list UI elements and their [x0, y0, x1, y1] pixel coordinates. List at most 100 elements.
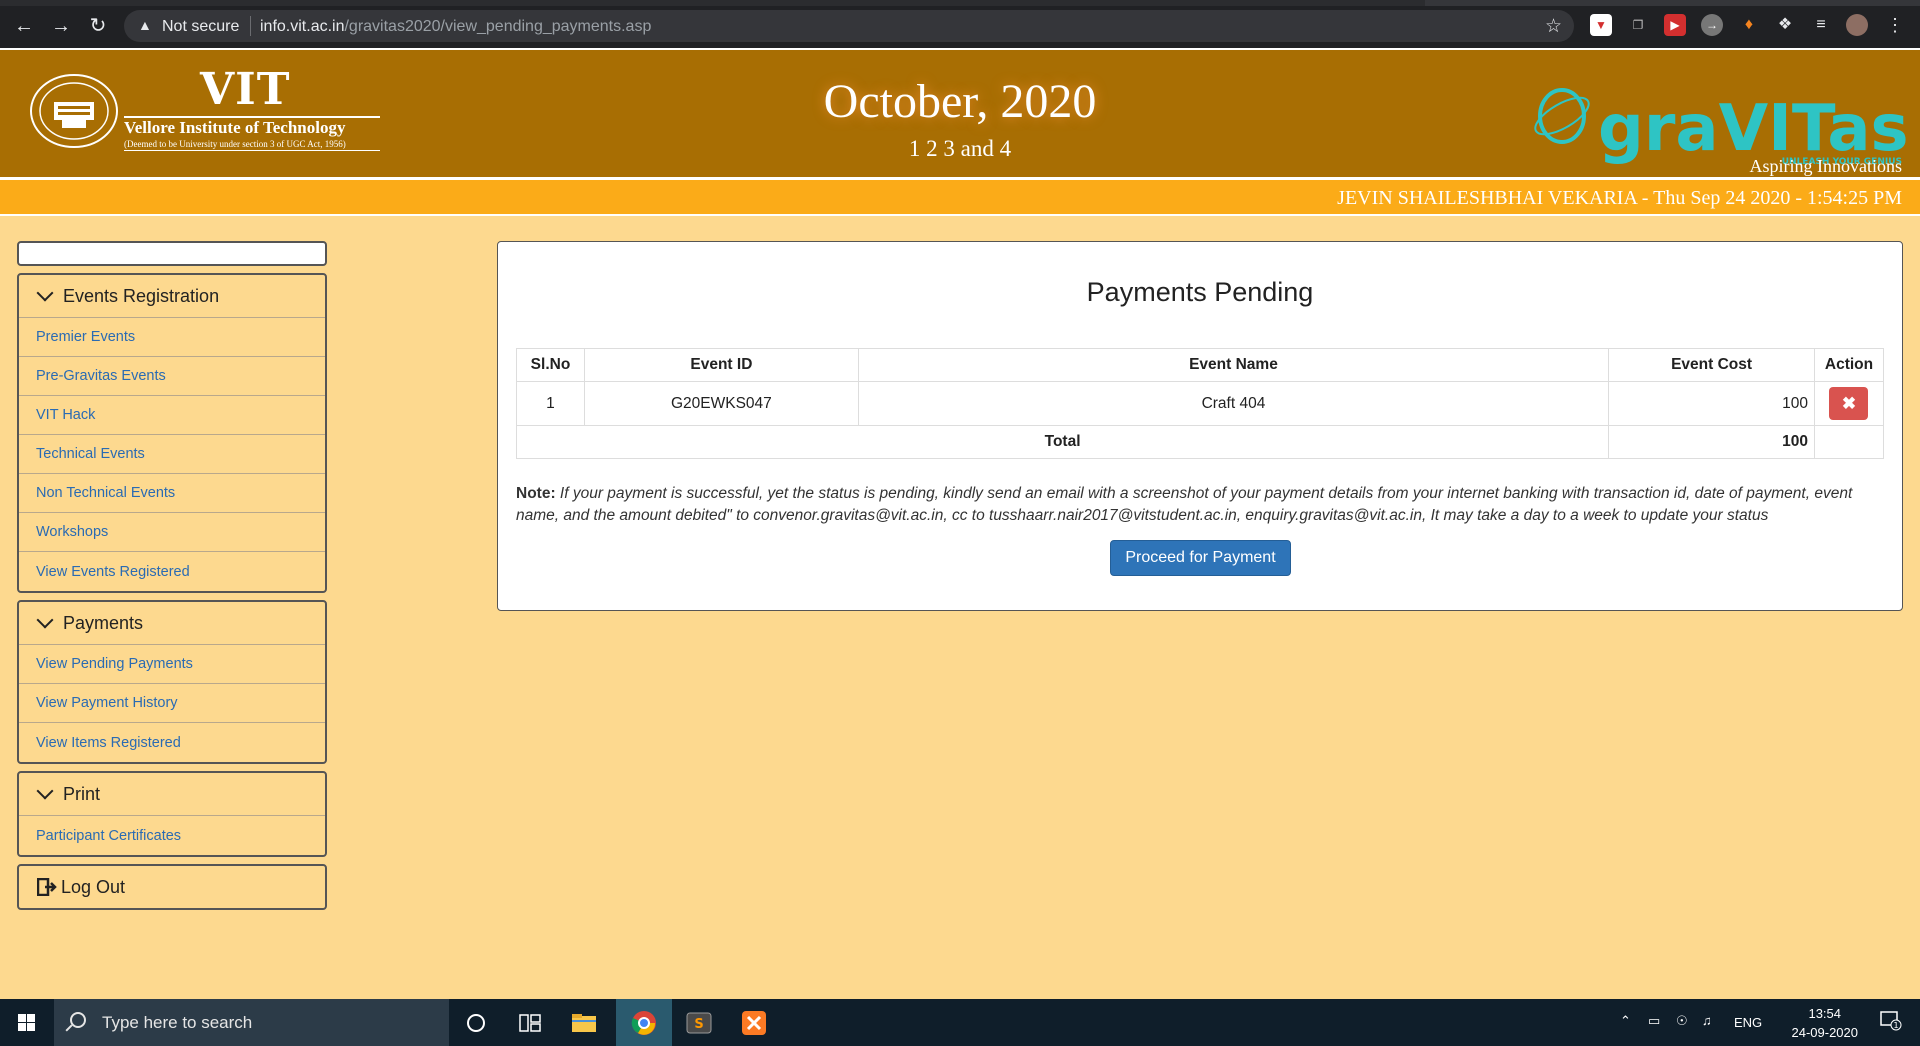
cell-event-name: Craft 404 [857, 381, 1610, 426]
task-view-icon[interactable] [503, 999, 557, 1046]
battery-icon[interactable]: ▭ [1648, 1013, 1660, 1046]
gravitas-logo: graVITas'20 UNLEASH YOUR GENIUS [1534, 88, 1906, 167]
proceed-for-payment-button[interactable]: Proceed for Payment [1110, 540, 1291, 576]
browser-toolbar: ← → ↻ ▲ Not secure info.vit.ac.in/gravit… [0, 0, 1920, 48]
address-bar[interactable]: ▲ Not secure info.vit.ac.in/gravitas2020… [124, 10, 1574, 42]
windows-taskbar: Type here to search S ⌃ ▭ ☉ ♫ ENG 13:54 … [0, 999, 1920, 1046]
page-title: Payments Pending [1086, 277, 1314, 307]
column-header-sl-no: Sl.No [516, 348, 585, 382]
cell-sl-no: 1 [516, 381, 585, 426]
sidebar-item-pre-gravitas-events[interactable]: Pre-Gravitas Events [19, 357, 325, 396]
cortana-circle-icon [467, 1013, 485, 1032]
notification-count: 1 [1893, 1021, 1898, 1030]
logout-label: Log Out [61, 876, 126, 897]
sidebar-item-participant-certificates[interactable]: Participant Certificates [19, 816, 325, 855]
language-indicator[interactable]: ENG [1734, 1015, 1762, 1046]
media-queue-icon[interactable]: ≡ [1810, 14, 1832, 36]
cell-event-cost: 100 [1608, 381, 1815, 426]
chrome-taskbar-icon[interactable] [616, 999, 672, 1046]
payments-header[interactable]: Payments [19, 602, 325, 645]
sidebar-item-view-events-registered[interactable]: View Events Registered [19, 552, 325, 591]
table-header-row: Sl.No Event ID Event Name Event Cost Act… [516, 348, 1885, 382]
sidebar-item-technical-events[interactable]: Technical Events [19, 435, 325, 474]
xampp-icon[interactable] [727, 999, 781, 1046]
sidebar-item-non-technical-events[interactable]: Non Technical Events [19, 474, 325, 513]
total-row: Total 100 [515, 425, 1885, 459]
pocket-extension-icon[interactable]: ▼ [1590, 14, 1612, 36]
notification-center-icon[interactable]: 1 [1880, 1011, 1902, 1031]
sidebar: Events Registration Premier Events Pre-G… [17, 241, 327, 917]
tab-strip-active [0, 0, 1425, 6]
video-extension-icon[interactable]: ▶ [1664, 14, 1686, 36]
event-month: October, 2020 [823, 75, 1097, 128]
sidebar-item-view-items-registered[interactable]: View Items Registered [19, 723, 325, 762]
volume-icon[interactable]: ♫ [1702, 1013, 1712, 1046]
vit-seal-logo [30, 74, 118, 148]
sidebar-search-input[interactable] [17, 241, 327, 266]
payments-table: Sl.No Event ID Event Name Event Cost Act… [515, 348, 1885, 459]
print-header[interactable]: Print [19, 773, 325, 816]
notification-glyph: 1 [1880, 1011, 1902, 1031]
wifi-icon[interactable]: ☉ [1676, 1013, 1688, 1046]
file-explorer-icon[interactable] [557, 999, 611, 1046]
clock-date: 24-09-2020 [1791, 1025, 1859, 1040]
logout-panel: Log Out [17, 864, 327, 910]
warning-icon[interactable]: ▲ [138, 17, 152, 33]
address-separator [250, 16, 251, 36]
reload-icon[interactable]: ↻ [86, 14, 110, 38]
security-label[interactable]: Not secure [162, 18, 239, 36]
clock-time: 13:54 [1808, 1006, 1842, 1021]
back-arrow-icon[interactable]: ← [12, 14, 36, 38]
sidebar-item-view-payment-history[interactable]: View Payment History [19, 684, 325, 723]
events-registration-title: Events Registration [63, 285, 220, 306]
column-header-event-id: Event ID [583, 348, 859, 382]
user-info-bar: JEVIN SHAILESHBHAI VEKARIA - Thu Sep 24 … [0, 180, 1920, 216]
sidebar-item-view-pending-payments[interactable]: View Pending Payments [19, 645, 325, 684]
column-header-event-cost: Event Cost [1608, 348, 1815, 382]
total-value: 100 [1608, 425, 1815, 459]
start-button[interactable] [0, 999, 54, 1046]
arrow-extension-icon[interactable]: → [1701, 14, 1723, 36]
column-header-event-name: Event Name [857, 348, 1610, 382]
vit-divider-bottom [124, 150, 380, 151]
taskbar-clock[interactable]: 13:54 24-09-2020 [1792, 1004, 1859, 1042]
menu-kebab-icon[interactable]: ⋮ [1884, 14, 1906, 36]
bookmark-star-icon[interactable]: ☆ [1545, 15, 1562, 38]
sublime-glyph: S [686, 1012, 712, 1033]
logout-button[interactable]: Log Out [19, 866, 325, 908]
url-host: info.vit.ac.in [260, 18, 345, 35]
taskbar-search-placeholder: Type here to search [102, 1013, 253, 1032]
copy-extension-icon[interactable]: ❐ [1627, 14, 1649, 36]
payment-note: Note: If your payment is successful, yet… [516, 483, 1896, 527]
sublime-text-icon[interactable]: S [672, 999, 726, 1046]
print-title: Print [63, 783, 101, 804]
cortana-icon[interactable] [449, 999, 503, 1046]
user-name-timestamp: JEVIN SHAILESHBHAI VEKARIA - Thu Sep 24 … [1337, 187, 1902, 209]
vit-name: Vellore Institute of Technology [124, 118, 346, 137]
tray-chevron-up-icon[interactable]: ⌃ [1620, 1013, 1631, 1046]
url-text[interactable]: info.vit.ac.in/gravitas2020/view_pending… [260, 18, 651, 36]
folder-icon [572, 1013, 596, 1032]
vit-deemed-text: (Deemed to be University under section 3… [124, 139, 346, 149]
tagline: Aspiring Innovations [1749, 156, 1903, 176]
logout-icon [37, 878, 57, 896]
chrome-icon [631, 1010, 656, 1035]
tab-strip [0, 0, 1920, 6]
delete-button[interactable]: ✖ [1829, 387, 1869, 420]
sidebar-item-premier-events[interactable]: Premier Events [19, 318, 325, 357]
extensions-puzzle-icon[interactable]: ❖ [1774, 14, 1796, 36]
print-panel: Print Participant Certificates [17, 771, 327, 857]
note-text: If your payment is successful, yet the s… [516, 485, 1853, 524]
cell-action: ✖ [1813, 381, 1885, 426]
sidebar-item-vit-hack[interactable]: VIT Hack [19, 396, 325, 435]
payments-panel: Payments View Pending Payments View Paym… [17, 600, 327, 764]
forward-arrow-icon[interactable]: → [49, 14, 73, 38]
taskbar-search-box[interactable]: Type here to search [54, 999, 449, 1046]
chevron-down-icon [36, 611, 54, 629]
events-registration-header[interactable]: Events Registration [19, 275, 325, 318]
sidebar-item-workshops[interactable]: Workshops [19, 513, 325, 552]
task-view-glyph [519, 1013, 541, 1032]
metamask-fox-icon[interactable]: ♦ [1738, 14, 1760, 36]
windows-logo-icon [18, 1014, 35, 1031]
profile-avatar[interactable] [1846, 14, 1868, 36]
